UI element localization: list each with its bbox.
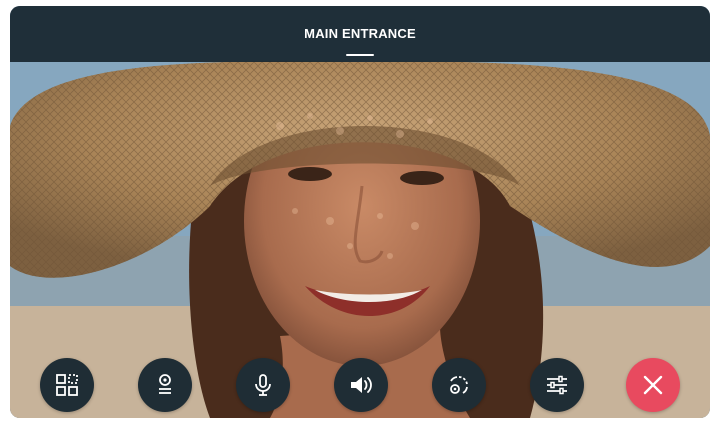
settings-button[interactable] [530,358,584,412]
camera-title: MAIN ENTRANCE [304,26,416,41]
end-call-button[interactable] [626,358,680,412]
speaker-button[interactable] [334,358,388,412]
microphone-button[interactable] [236,358,290,412]
speaker-volume-icon [351,377,372,393]
camera-header: MAIN ENTRANCE [10,6,710,62]
microphone-icon [255,374,271,396]
camera-button[interactable] [138,358,192,412]
call-controls-bar [10,358,710,414]
camera-icon [159,374,171,394]
video-frame-image [10,6,710,418]
intercom-screen: MAIN ENTRANCE [10,6,710,418]
video-feed [10,6,710,418]
title-underline [346,54,374,56]
layout-grid-button[interactable] [40,358,94,412]
switch-camera-icon [450,376,468,394]
switch-camera-button[interactable] [432,358,486,412]
sliders-icon [547,375,567,395]
close-icon [643,375,663,395]
grid-layout-icon [56,374,78,396]
